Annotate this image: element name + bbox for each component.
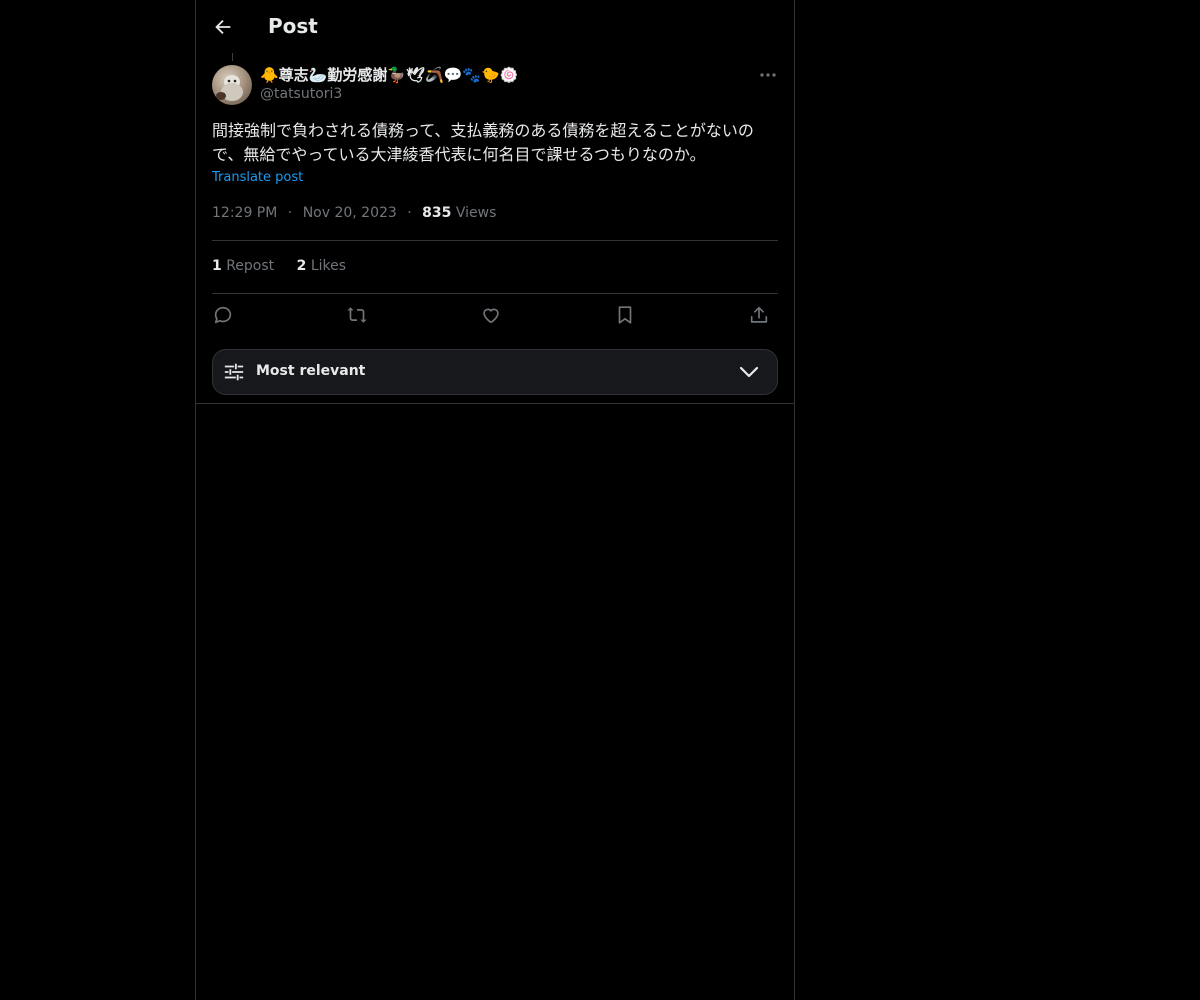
translate-post-link[interactable]: Translate post bbox=[212, 170, 303, 185]
post-stats: 1 Repost 2 Likes bbox=[212, 258, 364, 274]
divider bbox=[212, 240, 778, 241]
sliders-icon bbox=[223, 361, 245, 383]
post-meta: 12:29 PM · Nov 20, 2023 · 835 Views bbox=[212, 205, 496, 221]
reposts-label: Repost bbox=[226, 258, 275, 274]
likes-label: Likes bbox=[310, 258, 347, 274]
avatar[interactable] bbox=[212, 65, 252, 105]
more-icon[interactable] bbox=[756, 66, 780, 84]
sort-dropdown[interactable]: Most relevant bbox=[212, 349, 778, 395]
reply-icon[interactable] bbox=[212, 304, 236, 328]
page-title: Post bbox=[268, 14, 318, 38]
like-icon[interactable] bbox=[480, 304, 504, 328]
header: Post bbox=[196, 0, 794, 53]
display-name[interactable]: 🐥尊志🦢勤労感謝🦆🕊🪃💬🐾🐤🍥 bbox=[260, 64, 518, 85]
repost-icon[interactable] bbox=[345, 304, 369, 328]
divider bbox=[212, 293, 778, 294]
views-label: Views bbox=[455, 205, 497, 221]
views-count: 835 bbox=[422, 205, 452, 221]
action-bar bbox=[212, 304, 778, 330]
likes-stat[interactable]: 2 Likes bbox=[297, 258, 346, 274]
bookmark-icon[interactable] bbox=[614, 304, 638, 328]
reposts-stat[interactable]: 1 Repost bbox=[212, 258, 279, 274]
thread-line bbox=[232, 53, 233, 61]
back-arrow-icon[interactable] bbox=[212, 16, 234, 38]
post-text: 間接強制で負わされる債務って、支払義務のある債務を超えることがないので、無給でや… bbox=[212, 121, 754, 164]
chevron-down-icon bbox=[739, 363, 759, 381]
user-handle[interactable]: @tatsutori3 bbox=[260, 86, 342, 102]
sort-label: Most relevant bbox=[256, 363, 366, 379]
meta-separator: · bbox=[287, 205, 293, 221]
likes-count: 2 bbox=[296, 258, 307, 274]
section-divider bbox=[196, 403, 794, 404]
reposts-count: 1 bbox=[212, 258, 222, 274]
post-date[interactable]: Nov 20, 2023 bbox=[303, 205, 397, 221]
meta-separator-2: · bbox=[407, 205, 412, 221]
post-time[interactable]: 12:29 PM bbox=[212, 205, 277, 221]
main-column: Post 🐥尊志🦢勤労感謝🦆🕊🪃💬🐾🐤🍥 @tatsutori3 間接強制で負わ… bbox=[195, 0, 795, 1000]
share-icon[interactable] bbox=[748, 304, 772, 328]
